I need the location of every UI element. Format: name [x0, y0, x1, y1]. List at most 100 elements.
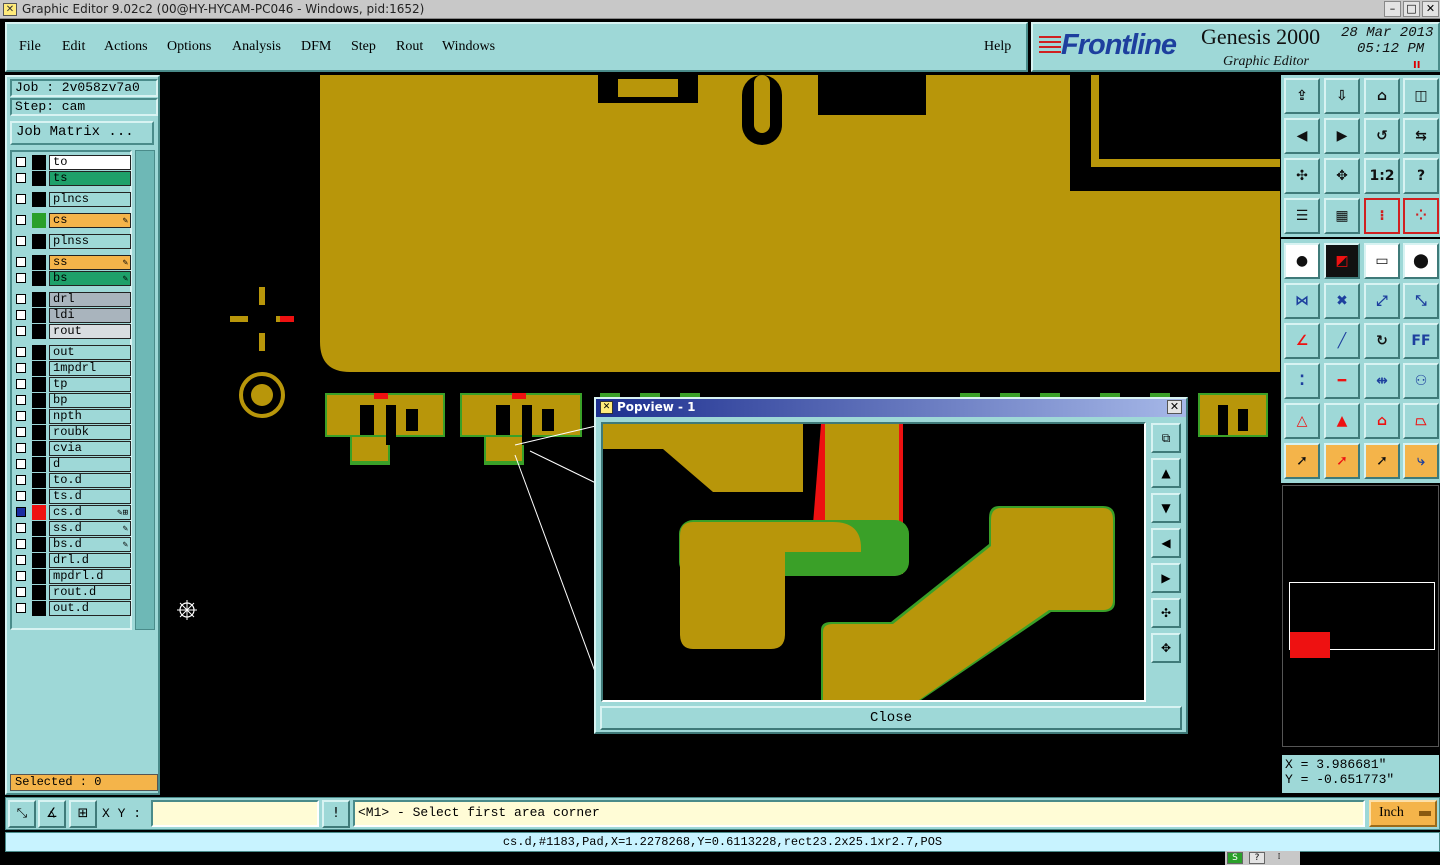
layer-name[interactable]: bs.d ✎ — [49, 537, 131, 552]
triangle2-icon[interactable]: ▲ — [1324, 403, 1360, 439]
layer-checkbox[interactable] — [16, 571, 26, 581]
layer-checkbox[interactable] — [16, 173, 26, 183]
menu-actions[interactable]: Actions — [104, 39, 148, 55]
layer-checkbox[interactable] — [16, 236, 26, 246]
layer-row-ts-d[interactable]: ts.d — [13, 489, 131, 504]
layer-color-swatch[interactable] — [32, 171, 46, 186]
angle-mode-icon[interactable]: ∡ — [38, 800, 66, 828]
select-box-icon[interactable]: ➚ — [1324, 443, 1360, 479]
points-icon[interactable]: ⁚ — [1284, 363, 1320, 399]
rotate-icon[interactable]: ↻ — [1364, 323, 1400, 359]
fit-center-icon[interactable]: ✥ — [1324, 158, 1360, 194]
menu-rout[interactable]: Rout — [396, 39, 423, 55]
layer-name[interactable]: to.d — [49, 473, 131, 488]
layer-checkbox[interactable] — [16, 555, 26, 565]
layer-name[interactable]: roubk — [49, 425, 131, 440]
layer-row-cvia[interactable]: cvia — [13, 441, 131, 456]
menu-options[interactable]: Options — [167, 39, 211, 55]
pause-icon[interactable]: II — [1413, 60, 1420, 71]
slash-icon[interactable]: ╱ — [1324, 323, 1360, 359]
layer-checkbox[interactable] — [16, 294, 26, 304]
layer-checkbox[interactable] — [16, 273, 26, 283]
layer-row-roubk[interactable]: roubk — [13, 425, 131, 440]
layer-color-swatch[interactable] — [32, 409, 46, 424]
snap-grid-icon[interactable]: ⁘ — [1403, 198, 1439, 234]
layer-row-ts[interactable]: ts — [13, 171, 131, 186]
layer-row-tp[interactable]: tp — [13, 377, 131, 392]
move-point-icon[interactable]: ⤢ — [1364, 283, 1400, 319]
maximize-button[interactable]: □ — [1403, 1, 1420, 17]
layer-row-cs[interactable]: cs ✎ — [13, 213, 131, 228]
circle-add-icon[interactable]: ⬤ — [1403, 243, 1439, 279]
pad-add-icon[interactable]: ● — [1284, 243, 1320, 279]
snap-points-icon[interactable]: ⁝ — [1364, 198, 1400, 234]
layer-checkbox[interactable] — [16, 411, 26, 421]
layer-row-bp[interactable]: bp — [13, 393, 131, 408]
layer-name[interactable]: ts — [49, 171, 131, 186]
fit-all-icon[interactable]: ✣ — [1284, 158, 1320, 194]
units-select[interactable]: Inch — [1369, 800, 1437, 827]
layer-checkbox[interactable] — [16, 326, 26, 336]
layer-row-npth[interactable]: npth — [13, 409, 131, 424]
overview-map[interactable] — [1282, 485, 1439, 747]
layer-name[interactable]: bp — [49, 393, 131, 408]
layer-color-swatch[interactable] — [32, 234, 46, 249]
split-view-icon[interactable]: ◫ — [1403, 78, 1439, 114]
layer-row-out-d[interactable]: out.d — [13, 601, 131, 616]
layer-row-ss-d[interactable]: ss.d ✎ — [13, 521, 131, 536]
ruler-icon[interactable]: ▭ — [1364, 243, 1400, 279]
grid-mode-icon[interactable]: ⊞ — [69, 800, 97, 828]
layer-color-swatch[interactable] — [32, 292, 46, 307]
layer-color-swatch[interactable] — [32, 473, 46, 488]
layer-color-swatch[interactable] — [32, 393, 46, 408]
layer-row-plncs[interactable]: plncs — [13, 192, 131, 207]
layer-color-swatch[interactable] — [32, 585, 46, 600]
minimize-button[interactable]: – — [1384, 1, 1401, 17]
layer-name[interactable]: out — [49, 345, 131, 360]
zoom-area-icon[interactable]: ⤡ — [8, 800, 36, 828]
layer-checkbox[interactable] — [16, 395, 26, 405]
popview-titlebar[interactable]: ✕ Popview - 1 ✕ — [596, 399, 1186, 417]
line-add-icon[interactable]: ◩ — [1324, 243, 1360, 279]
undo-zoom-icon[interactable]: ↺ — [1364, 118, 1400, 154]
layer-color-swatch[interactable] — [32, 425, 46, 440]
layer-checkbox[interactable] — [16, 475, 26, 485]
layer-checkbox[interactable] — [16, 603, 26, 613]
layer-name[interactable]: ss.d ✎ — [49, 521, 131, 536]
layer-name[interactable]: cvia — [49, 441, 131, 456]
layer-checkbox[interactable] — [16, 215, 26, 225]
menu-windows[interactable]: Windows — [442, 39, 495, 55]
layer-row-d[interactable]: d — [13, 457, 131, 472]
layer-color-swatch[interactable] — [32, 213, 46, 228]
layer-row-plnss[interactable]: plnss — [13, 234, 131, 249]
tray-help-icon[interactable]: ? — [1249, 852, 1265, 864]
layer-color-swatch[interactable] — [32, 553, 46, 568]
layer-color-swatch[interactable] — [32, 457, 46, 472]
popview-pan-left-icon[interactable]: ◀ — [1151, 528, 1181, 558]
layer-name[interactable]: drl — [49, 292, 131, 307]
connect-icon[interactable]: ⋈ — [1284, 283, 1320, 319]
popview-zoom-out-icon[interactable]: ✣ — [1151, 598, 1181, 628]
popview-pan-up-icon[interactable]: ▲ — [1151, 458, 1181, 488]
layer-checkbox[interactable] — [16, 587, 26, 597]
layer-row-out[interactable]: out — [13, 345, 131, 360]
popview-zoom-in-icon[interactable]: ✥ — [1151, 633, 1181, 663]
layer-row-cs-d[interactable]: cs.d ✎⊞ — [13, 505, 131, 520]
layer-name[interactable]: ts.d — [49, 489, 131, 504]
angle-icon[interactable]: ∠ — [1284, 323, 1320, 359]
layer-checkbox[interactable] — [16, 363, 26, 373]
layer-name[interactable]: cs.d ✎⊞ — [49, 505, 131, 520]
layer-row-drl[interactable]: drl — [13, 292, 131, 307]
layer-color-swatch[interactable] — [32, 505, 46, 520]
layer-checkbox[interactable] — [16, 491, 26, 501]
layer-color-swatch[interactable] — [32, 271, 46, 286]
layer-name[interactable]: bs ✎ — [49, 271, 131, 286]
popview-pan-right-icon[interactable]: ▶ — [1151, 563, 1181, 593]
layer-list-scrollbar[interactable] — [135, 150, 155, 630]
layer-checkbox[interactable] — [16, 379, 26, 389]
menu-edit[interactable]: Edit — [62, 39, 85, 55]
layer-checkbox[interactable] — [16, 427, 26, 437]
layer-row-drl-d[interactable]: drl.d — [13, 553, 131, 568]
settings-sliders-icon[interactable]: ☰ — [1284, 198, 1320, 234]
layer-name[interactable]: cs ✎ — [49, 213, 131, 228]
